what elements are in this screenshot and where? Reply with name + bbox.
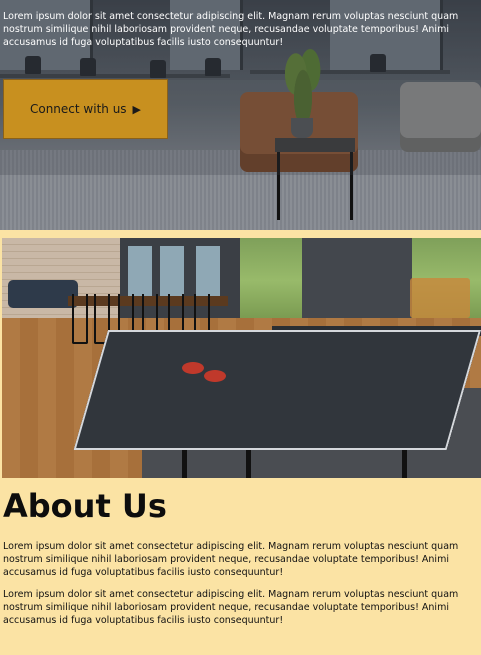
play-triangle-icon: ▶: [132, 102, 142, 116]
about-paragraph: Lorem ipsum dolor sit amet consectetur a…: [3, 589, 459, 626]
table-leg: [402, 450, 407, 478]
hero-section: Lorem ipsum dolor sit amet consectetur a…: [0, 0, 481, 230]
lounge-photo: [2, 238, 481, 478]
about-us-heading: About Us: [3, 487, 167, 525]
paddle: [182, 362, 204, 374]
table-leg: [182, 450, 187, 478]
hero-paragraph: Lorem ipsum dolor sit amet consectetur a…: [3, 11, 459, 48]
ping-pong-table: [73, 330, 481, 450]
about-paragraph: Lorem ipsum dolor sit amet consectetur a…: [3, 541, 459, 578]
outdoor-chairs: [410, 278, 470, 318]
table-leg: [246, 450, 251, 478]
dining-chair: [72, 294, 88, 344]
connect-with-us-button[interactable]: Connect with us ▶: [3, 79, 168, 139]
connect-button-label: Connect with us: [29, 102, 127, 116]
glass-door: [302, 238, 412, 328]
paddle: [204, 370, 226, 382]
